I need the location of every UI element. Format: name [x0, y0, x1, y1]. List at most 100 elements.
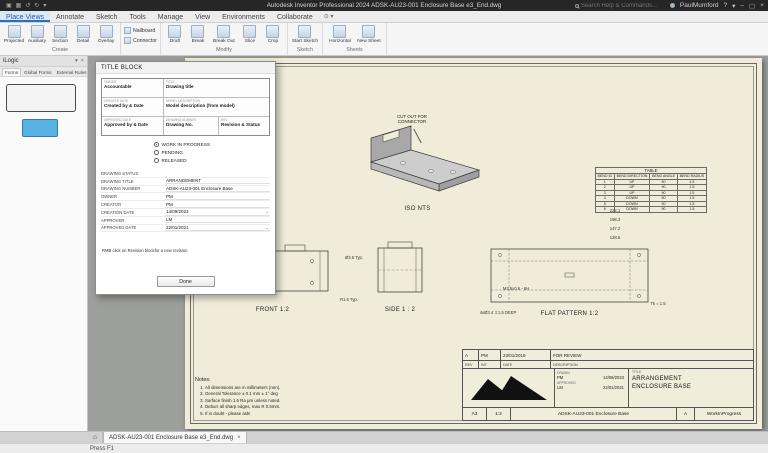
radio-pending[interactable]: PENDING — [154, 150, 210, 155]
ribbon-group-label-sketch[interactable]: Sketch — [291, 47, 319, 55]
rev-header: DESCRIPTION — [551, 361, 753, 368]
home-tab[interactable]: ⌂ — [88, 432, 103, 443]
panel-dock-icon[interactable]: ▾ — [75, 58, 78, 64]
ribbon-tab-tools[interactable]: Tools — [123, 11, 151, 22]
radio-work-in-progress[interactable]: WORK IN PROGRESS — [154, 142, 210, 147]
panel-tab-forms[interactable]: Forms — [2, 68, 21, 76]
search-icon — [575, 4, 579, 8]
overlay-view-button[interactable]: Overlay — [95, 24, 117, 44]
new-sheet-button[interactable]: New Sheet — [355, 24, 383, 44]
ribbon-group-sheets: Horizontal New Sheet Sheets — [323, 23, 387, 55]
button-label: Start Sketch — [292, 39, 318, 44]
ribbon-tab-collaborate[interactable]: Collaborate — [271, 11, 319, 22]
minimize-button[interactable]: – — [740, 2, 744, 10]
document-tab-active[interactable]: ADSK-AU23-001 Enclosure Base e3_End.dwg … — [103, 432, 247, 443]
break-out-button[interactable]: Break Out — [210, 24, 238, 44]
dimension-hole-callout[interactable]: 4xØ3.4 ↧1.5 DEEP — [463, 310, 533, 315]
panel-tab-global-forms[interactable]: Global Forms — [22, 68, 54, 76]
save-icon[interactable]: ▦ — [16, 2, 22, 9]
dimension-dia-typ[interactable]: Ø3.5 Typ. — [333, 255, 375, 260]
dimension-128[interactable]: 128.5 — [575, 235, 655, 240]
ribbon-tab-manage[interactable]: Manage — [152, 11, 189, 22]
form-thumbnail-selected[interactable] — [22, 119, 58, 137]
slice-icon — [243, 25, 256, 38]
ribbon-tab-annotate[interactable]: Annotate — [50, 11, 90, 22]
approver-input[interactable]: LM — [165, 217, 270, 224]
ribbon-options-icon[interactable]: ⊙ ▾ — [319, 11, 339, 22]
start-sketch-button[interactable]: Start Sketch — [291, 24, 319, 44]
note-item: If in doubt - please ask! — [205, 411, 355, 416]
done-button[interactable]: Done — [157, 276, 215, 287]
close-icon[interactable]: × — [237, 435, 241, 441]
connector-icon — [124, 37, 131, 44]
drawing-rev: A — [677, 408, 695, 420]
dialog-header[interactable]: TITLE BLOCK — [96, 62, 275, 74]
dimension-147[interactable]: 147.2 — [575, 226, 655, 231]
qat-dropdown-icon[interactable]: ▾ — [43, 2, 46, 9]
dialog-title: TITLE BLOCK — [101, 65, 143, 71]
crop-button[interactable]: Crop — [262, 24, 284, 44]
panel-tab-external-rules[interactable]: External Rules — [55, 68, 89, 76]
ribbon-tab-view[interactable]: View — [189, 11, 216, 22]
overlay-view-icon — [100, 25, 113, 38]
slice-button[interactable]: Slice — [239, 24, 261, 44]
horizontal-button[interactable]: Horizontal — [326, 24, 354, 44]
help-icon[interactable]: ? — [724, 2, 728, 9]
button-label: Projected — [4, 39, 24, 44]
ribbon-tab-sketch[interactable]: Sketch — [90, 11, 123, 22]
ribbon-tab-place-views[interactable]: Place Views — [0, 11, 50, 22]
preview-cell-drawing-title: TITLE Drawing title — [164, 79, 269, 97]
dimension-thread-callout[interactable]: M3.5x0.6 - 6H — [485, 286, 547, 291]
drawing-title-input[interactable]: ARRANGEMENT — [165, 178, 270, 185]
notes-block[interactable]: Notes: All dimensions are in millimeters… — [195, 377, 355, 418]
dimension-198[interactable]: 198.3 — [575, 217, 655, 222]
ilogic-panel: iLogic ▾ × Forms Global Forms External R… — [0, 56, 88, 431]
drawing-number-input[interactable]: ADSK-AU23-001 Enclosure Base — [165, 186, 270, 193]
creation-date-picker[interactable]: 14/09/2023⌄ — [165, 209, 270, 216]
ribbon-group-label-sheets[interactable]: Sheets — [326, 47, 383, 55]
notes-title: Notes: — [195, 377, 355, 383]
approved-date-picker[interactable]: 22/01/2021⌄ — [165, 225, 270, 232]
radio-icon — [154, 150, 159, 155]
ribbon-tab-environments[interactable]: Environments — [216, 11, 271, 22]
iso-view-graphic[interactable] — [353, 122, 488, 202]
preview-cell-revision-status: REV Revision & Status — [219, 117, 269, 135]
section-view-button[interactable]: Section — [49, 24, 71, 44]
sheet-size: A3 — [463, 408, 487, 420]
break-button[interactable]: Break — [187, 24, 209, 44]
help-dropdown-icon[interactable]: ▾ — [732, 2, 735, 10]
bend-table[interactable]: TABLE BEND ID BEND DIRECTION BEND ANGLE … — [595, 167, 707, 213]
nailboard-icon — [124, 27, 131, 34]
dimension-radius-typ[interactable]: R1.5 Typ. — [328, 297, 370, 302]
dimension-thickness[interactable]: Tk = 1.5 — [633, 301, 683, 306]
ribbon-group-label-modify[interactable]: Modify — [164, 47, 284, 55]
flat-pattern-graphic[interactable] — [487, 243, 652, 308]
projected-view-button[interactable]: Projected — [3, 24, 25, 44]
user-name[interactable]: PaulMumford — [680, 2, 719, 9]
detail-view-button[interactable]: Detail — [72, 24, 94, 44]
field-row-owner: OWNER PM — [101, 193, 270, 201]
panel-close-icon[interactable]: × — [81, 58, 84, 64]
undo-icon[interactable]: ↺ — [25, 2, 30, 9]
draft-button[interactable]: Draft — [164, 24, 186, 44]
panel-tabs: Forms Global Forms External Rules — [0, 67, 87, 77]
search-input[interactable] — [581, 3, 665, 9]
side-view-graphic[interactable] — [368, 234, 432, 302]
ribbon-group-label-create[interactable]: Create — [3, 47, 117, 55]
help-search[interactable] — [575, 3, 665, 9]
auxiliary-view-button[interactable]: Auxiliary — [26, 24, 48, 44]
radio-released[interactable]: RELEASED — [154, 158, 210, 163]
app-menu-icon[interactable]: ▣ — [6, 2, 12, 9]
form-thumbnail-outline[interactable] — [6, 84, 76, 112]
creator-input[interactable]: PM — [165, 201, 270, 208]
button-label: Detail — [77, 39, 89, 44]
panel-title: iLogic — [3, 58, 19, 64]
owner-input[interactable]: PM — [165, 194, 270, 201]
nailboard-button[interactable]: Nailboard — [124, 27, 157, 34]
maximize-button[interactable]: ▢ — [749, 2, 755, 10]
connector-button[interactable]: Connector — [124, 37, 157, 44]
redo-icon[interactable]: ↻ — [34, 2, 39, 9]
close-button[interactable]: × — [760, 2, 764, 10]
sheet-title-block[interactable]: A PM 23/01/2019 FOR REVIEW REV INT DATE … — [462, 349, 754, 421]
field-label: CREATION DATE — [101, 210, 165, 215]
